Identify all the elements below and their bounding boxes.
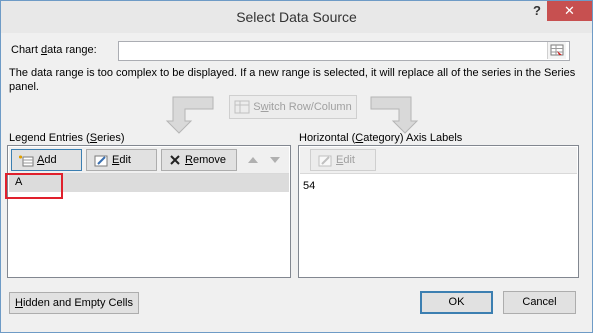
arrow-left-icon <box>165 96 214 134</box>
range-selector-icon[interactable] <box>547 42 566 59</box>
ok-button[interactable]: OK <box>420 291 493 314</box>
legend-entries-panel: Add Edit Remove A <box>7 145 291 278</box>
remove-series-button[interactable]: Remove <box>161 149 237 171</box>
title-bar: Select Data Source ? ✕ <box>1 1 592 33</box>
move-down-button[interactable] <box>265 149 285 171</box>
range-message: The data range is too complex to be disp… <box>9 67 576 93</box>
dialog-title: Select Data Source <box>236 9 357 25</box>
legend-toolbar: Add Edit Remove <box>9 147 289 174</box>
hidden-empty-cells-button[interactable]: Hidden and Empty Cells <box>9 292 139 314</box>
axis-toolbar: Edit <box>300 147 577 174</box>
edit-icon <box>318 155 332 167</box>
close-button[interactable]: ✕ <box>547 1 592 21</box>
chart-data-range-label: Chart data range: <box>11 44 97 56</box>
arrow-down-icon <box>270 157 280 163</box>
legend-entries-header: Legend Entries (Series) <box>9 132 125 144</box>
select-data-source-dialog: Select Data Source ? ✕ Chart data range:… <box>0 0 593 333</box>
axis-labels-panel: Edit 54 <box>298 145 579 278</box>
switch-row-column-button[interactable]: Switch Row/Column <box>229 95 357 119</box>
move-up-button[interactable] <box>243 149 263 171</box>
arrow-up-icon <box>248 157 258 163</box>
arrow-right-icon <box>370 96 419 134</box>
edit-series-button[interactable]: Edit <box>86 149 157 171</box>
axis-labels-header: Horizontal (Category) Axis Labels <box>299 132 463 144</box>
help-button[interactable]: ? <box>526 3 548 23</box>
chart-data-range-input[interactable] <box>118 41 570 61</box>
switch-icon <box>234 100 250 114</box>
add-icon <box>19 155 34 167</box>
cancel-button[interactable]: Cancel <box>503 291 576 314</box>
highlight-box <box>5 173 63 199</box>
add-series-button[interactable]: Add <box>11 149 82 171</box>
edit-axis-labels-button[interactable]: Edit <box>310 149 376 171</box>
edit-icon <box>94 155 108 167</box>
remove-icon <box>170 155 180 165</box>
axis-label-item[interactable]: 54 <box>303 180 315 192</box>
